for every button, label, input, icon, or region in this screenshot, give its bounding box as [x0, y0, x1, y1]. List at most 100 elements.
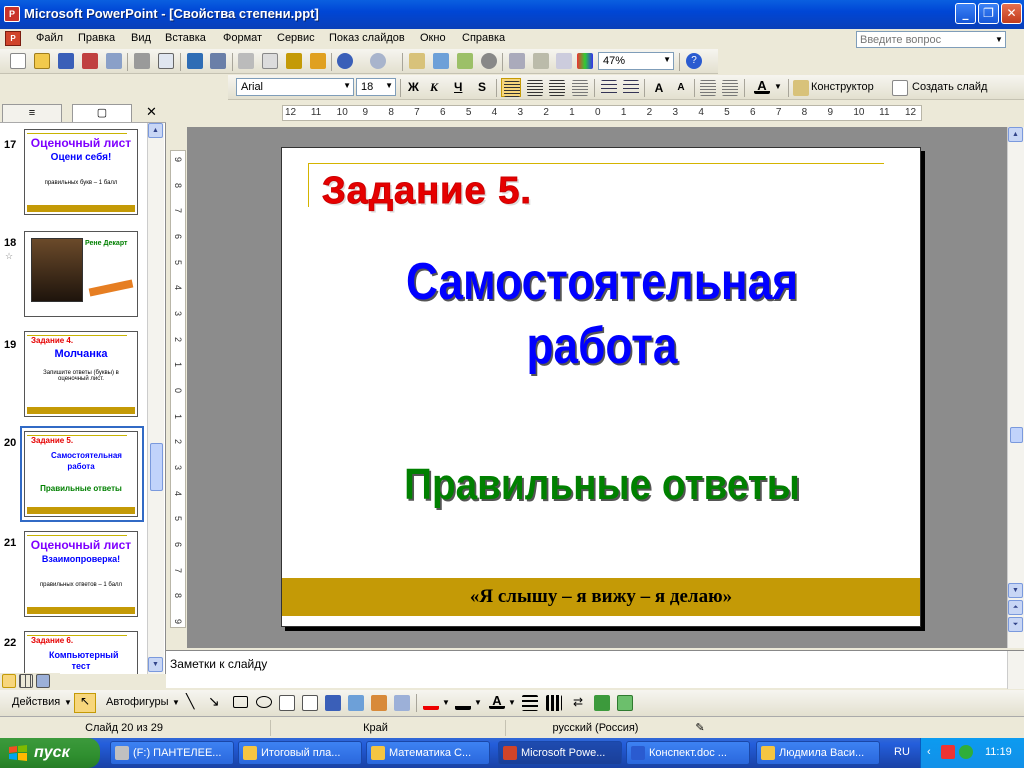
- previous-slide-icon[interactable]: ⏶: [1008, 600, 1023, 615]
- tab-slides[interactable]: ▢: [72, 104, 132, 122]
- bold-button[interactable]: Ж: [408, 80, 419, 94]
- new-icon[interactable]: [10, 53, 26, 69]
- grid-icon[interactable]: [556, 53, 572, 69]
- picture-icon[interactable]: [394, 695, 410, 711]
- menu-tools[interactable]: Сервис: [277, 32, 315, 44]
- menu-insert[interactable]: Вставка: [165, 32, 206, 44]
- taskbar-item-folder-1[interactable]: Итоговый пла...: [238, 741, 362, 765]
- copy-icon[interactable]: [262, 53, 278, 69]
- taskbar-item-explorer[interactable]: (F:) ПАНТЕЛЕЕ...: [110, 741, 234, 765]
- new-slide-button[interactable]: Создать слайд: [912, 81, 987, 93]
- align-center-icon[interactable]: [527, 80, 543, 96]
- document-icon[interactable]: P: [5, 31, 21, 46]
- start-button[interactable]: пуск: [0, 738, 100, 768]
- permission-icon[interactable]: [82, 53, 98, 69]
- paste-icon[interactable]: [286, 53, 302, 69]
- scroll-thumb[interactable]: [1010, 427, 1023, 443]
- menu-view[interactable]: Вид: [131, 32, 151, 44]
- minimize-button[interactable]: _: [955, 3, 976, 24]
- insert-table-icon[interactable]: [433, 53, 449, 69]
- arrow-style-icon[interactable]: ⇄: [570, 695, 586, 711]
- scroll-down-icon[interactable]: ▼: [148, 657, 163, 672]
- line-style-icon[interactable]: [522, 695, 538, 711]
- preview-icon[interactable]: [158, 53, 174, 69]
- scroll-up-icon[interactable]: ▲: [148, 123, 163, 138]
- taskbar-item-folder-3[interactable]: Людмила Васи...: [756, 741, 880, 765]
- insert-diagram-icon[interactable]: [457, 53, 473, 69]
- align-right-icon[interactable]: [549, 80, 565, 96]
- taskbar-item-folder-2[interactable]: Математика С...: [366, 741, 490, 765]
- shadow-style-icon[interactable]: [594, 695, 610, 711]
- thumbnail-slide-22[interactable]: Задание 6. Компьютерный тест: [24, 631, 138, 674]
- slide-title[interactable]: Задание 5.: [322, 170, 532, 213]
- slide-heading-line-1[interactable]: Самостоятельная: [330, 251, 874, 313]
- line-color-icon[interactable]: [455, 694, 471, 710]
- redo-icon[interactable]: [370, 53, 386, 69]
- notes-placeholder[interactable]: Заметки к слайду: [170, 657, 267, 671]
- thumbnail-slide-19[interactable]: Задание 4. Молчанка Запишите ответы (бук…: [24, 331, 138, 417]
- menu-slideshow[interactable]: Показ слайдов: [329, 32, 405, 44]
- textbox-icon[interactable]: [279, 695, 295, 711]
- restore-button[interactable]: ❐: [978, 3, 999, 24]
- chevron-down-icon[interactable]: ▼: [774, 82, 782, 91]
- font-size-select[interactable]: 18 ▼: [356, 78, 396, 96]
- scroll-up-icon[interactable]: ▲: [1008, 127, 1023, 142]
- font-color-icon[interactable]: A: [489, 693, 505, 709]
- autoshapes-menu[interactable]: Автофигуры: [106, 696, 169, 708]
- dash-style-icon[interactable]: [546, 695, 562, 711]
- slide-sorter-icon[interactable]: [19, 674, 33, 688]
- slides-pane-scrollbar[interactable]: ▲ ▼: [147, 123, 164, 674]
- oval-icon[interactable]: [256, 696, 272, 708]
- vertical-textbox-icon[interactable]: [302, 695, 318, 711]
- align-left-button[interactable]: [501, 78, 521, 97]
- language-indicator[interactable]: RU: [894, 746, 910, 758]
- messenger-icon[interactable]: [959, 745, 973, 759]
- numbering-icon[interactable]: [601, 80, 617, 96]
- close-pane-icon[interactable]: ✕: [146, 104, 157, 120]
- increase-font-icon[interactable]: A: [651, 80, 667, 96]
- scroll-down-icon[interactable]: ▼: [1008, 583, 1023, 598]
- taskbar-item-powerpoint[interactable]: Microsoft Powe...: [498, 741, 622, 765]
- clipart-icon[interactable]: [371, 695, 387, 711]
- thumbnail-slide-18[interactable]: Рене Декарт: [24, 231, 138, 317]
- taskbar-item-word[interactable]: Конспект.doc ...: [626, 741, 750, 765]
- help-icon[interactable]: ?: [686, 53, 702, 69]
- line-icon[interactable]: ╲: [186, 693, 194, 710]
- current-slide[interactable]: Задание 5. Самостоятельная работа Правил…: [281, 147, 921, 627]
- thumbnail-slide-20[interactable]: Задание 5. Самостоятельная работа Правил…: [24, 431, 138, 517]
- cut-icon[interactable]: [238, 53, 254, 69]
- thumbnail-slide-17[interactable]: Оценочный лист Оцени себя! правильных бу…: [24, 129, 138, 215]
- insert-chart-icon[interactable]: [409, 53, 425, 69]
- actions-menu[interactable]: Действия: [12, 696, 60, 708]
- help-dropdown-arrow-icon[interactable]: ▼: [992, 31, 1006, 48]
- menu-help[interactable]: Справка: [462, 32, 505, 44]
- close-button[interactable]: ✕: [1001, 3, 1022, 24]
- help-question-input[interactable]: Введите вопрос: [856, 31, 1006, 48]
- menu-file[interactable]: Файл: [36, 32, 63, 44]
- fill-color-icon[interactable]: [423, 694, 439, 710]
- tray-expand-icon[interactable]: ‹: [927, 746, 931, 758]
- increase-indent-icon[interactable]: [722, 80, 738, 96]
- diagram-icon[interactable]: [348, 695, 364, 711]
- chevron-down-icon[interactable]: ▼: [474, 698, 482, 707]
- next-slide-icon[interactable]: ⏷: [1008, 617, 1023, 632]
- email-icon[interactable]: [106, 53, 122, 69]
- spelling-icon[interactable]: [187, 53, 203, 69]
- save-icon[interactable]: [58, 53, 74, 69]
- antivirus-icon[interactable]: [941, 745, 955, 759]
- print-icon[interactable]: [134, 53, 150, 69]
- zoom-select[interactable]: 47% ▼: [598, 52, 674, 70]
- slide-scrollbar[interactable]: ▲ ▼ ⏶ ⏷: [1007, 127, 1024, 648]
- notes-pane[interactable]: Заметки к слайду: [166, 650, 1024, 689]
- formatting-icon[interactable]: [533, 53, 549, 69]
- format-painter-icon[interactable]: [310, 53, 326, 69]
- slide-answers-text[interactable]: Правильные ответы: [320, 460, 883, 510]
- scroll-thumb[interactable]: [150, 443, 163, 491]
- wordart-icon[interactable]: [325, 695, 341, 711]
- powerpoint-app-icon[interactable]: P: [4, 6, 20, 22]
- rectangle-icon[interactable]: [233, 696, 248, 708]
- color-grayscale-icon[interactable]: [577, 53, 593, 69]
- normal-view-icon[interactable]: [2, 674, 16, 688]
- undo-icon[interactable]: [337, 53, 353, 69]
- designer-button[interactable]: Конструктор: [811, 81, 874, 93]
